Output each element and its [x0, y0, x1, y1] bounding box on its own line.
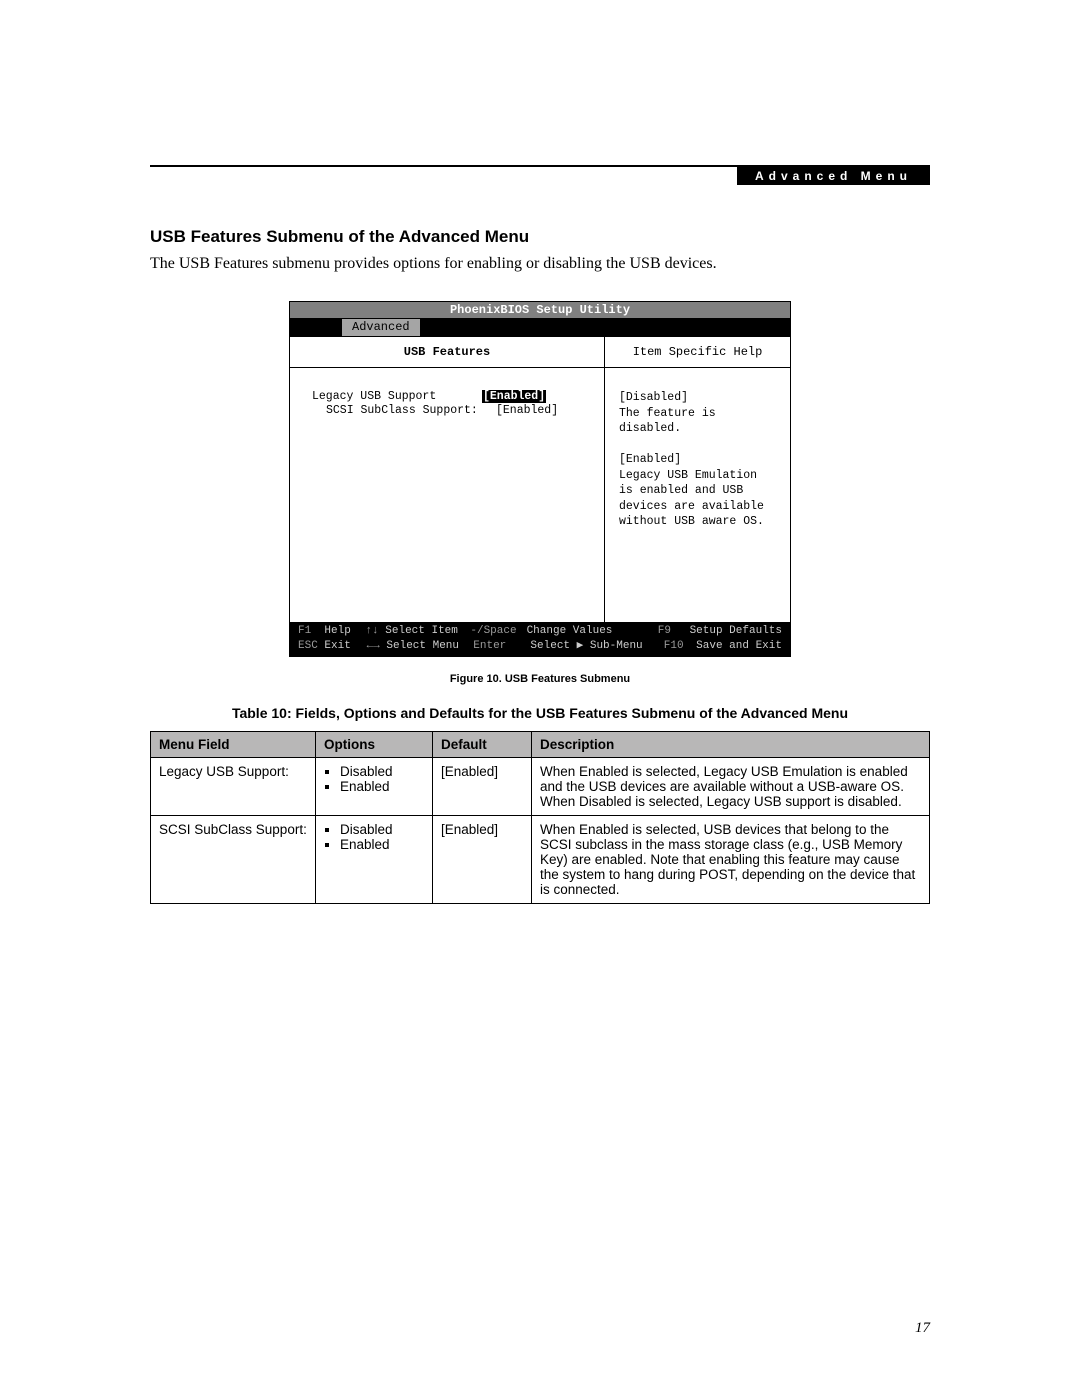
- bios-key: Enter: [473, 639, 530, 654]
- bios-key-label: Help: [324, 625, 350, 637]
- bios-utility-title: PhoenixBIOS Setup Utility: [290, 302, 790, 319]
- table-row: Legacy USB Support: Disabled Enabled [En…: [151, 757, 930, 815]
- table-row: SCSI SubClass Support: Disabled Enabled …: [151, 815, 930, 903]
- bios-setting-label: SCSI SubClass Support:: [312, 404, 496, 417]
- header-tab: Advanced Menu: [737, 167, 930, 185]
- bios-menubar: Advanced: [290, 319, 790, 336]
- table-cell-menu-field: SCSI SubClass Support:: [151, 815, 316, 903]
- bios-key: F9: [658, 624, 690, 639]
- table-header-description: Description: [532, 731, 930, 757]
- table-cell-default: [Enabled]: [433, 815, 532, 903]
- bios-key: ←→: [367, 640, 380, 652]
- option-item: Disabled: [340, 822, 424, 837]
- table-header-options: Options: [316, 731, 433, 757]
- bios-key-label: Exit: [324, 640, 350, 652]
- bios-key: -/Space: [470, 624, 526, 639]
- bios-key: F1: [298, 625, 311, 637]
- bios-setting-value[interactable]: [Enabled]: [482, 390, 546, 403]
- table-header-menu-field: Menu Field: [151, 731, 316, 757]
- options-table: Menu Field Options Default Description L…: [150, 731, 930, 904]
- bios-settings-list: Legacy USB Support [Enabled] SCSI SubCla…: [290, 368, 604, 622]
- bios-key-label: Change Values: [527, 624, 658, 639]
- table-header-default: Default: [433, 731, 532, 757]
- table-cell-default: [Enabled]: [433, 757, 532, 815]
- section-title: USB Features Submenu of the Advanced Men…: [150, 227, 930, 247]
- bios-key-label: Setup Defaults: [690, 624, 782, 639]
- bios-setting-row[interactable]: SCSI SubClass Support: [Enabled]: [312, 404, 592, 417]
- bios-setting-value[interactable]: [Enabled]: [496, 404, 558, 417]
- figure-caption: Figure 10. USB Features Submenu: [150, 673, 930, 685]
- bios-help-title: Item Specific Help: [605, 337, 790, 368]
- option-item: Enabled: [340, 779, 424, 794]
- bios-screenshot: PhoenixBIOS Setup Utility Advanced USB F…: [289, 301, 791, 657]
- bios-key: ESC: [298, 640, 318, 652]
- table-caption: Table 10: Fields, Options and Defaults f…: [150, 705, 930, 721]
- bios-key: ↑↓: [365, 625, 378, 637]
- bios-key-label: Select Item: [385, 625, 458, 637]
- bios-footer: F1 Help ↑↓ Select Item -/Space Change Va…: [290, 622, 790, 656]
- section-intro: The USB Features submenu provides option…: [150, 255, 930, 273]
- table-cell-options: Disabled Enabled: [316, 757, 433, 815]
- page-number: 17: [915, 1320, 930, 1337]
- bios-help-text: [Disabled] The feature is disabled. [Ena…: [605, 368, 790, 542]
- bios-key-label: Select Menu: [386, 640, 459, 652]
- option-item: Enabled: [340, 837, 424, 852]
- table-cell-description: When Enabled is selected, USB devices th…: [532, 815, 930, 903]
- table-cell-description: When Enabled is selected, Legacy USB Emu…: [532, 757, 930, 815]
- bios-submenu-title: USB Features: [290, 337, 604, 368]
- bios-key-label: Select ▶ Sub-Menu: [530, 639, 663, 654]
- bios-setting-row[interactable]: Legacy USB Support [Enabled]: [312, 390, 592, 403]
- table-cell-options: Disabled Enabled: [316, 815, 433, 903]
- table-cell-menu-field: Legacy USB Support:: [151, 757, 316, 815]
- bios-setting-label: Legacy USB Support: [312, 390, 482, 403]
- bios-menu-advanced[interactable]: Advanced: [342, 319, 420, 336]
- bios-key-label: Save and Exit: [696, 639, 782, 654]
- option-item: Disabled: [340, 764, 424, 779]
- bios-key: F10: [664, 639, 696, 654]
